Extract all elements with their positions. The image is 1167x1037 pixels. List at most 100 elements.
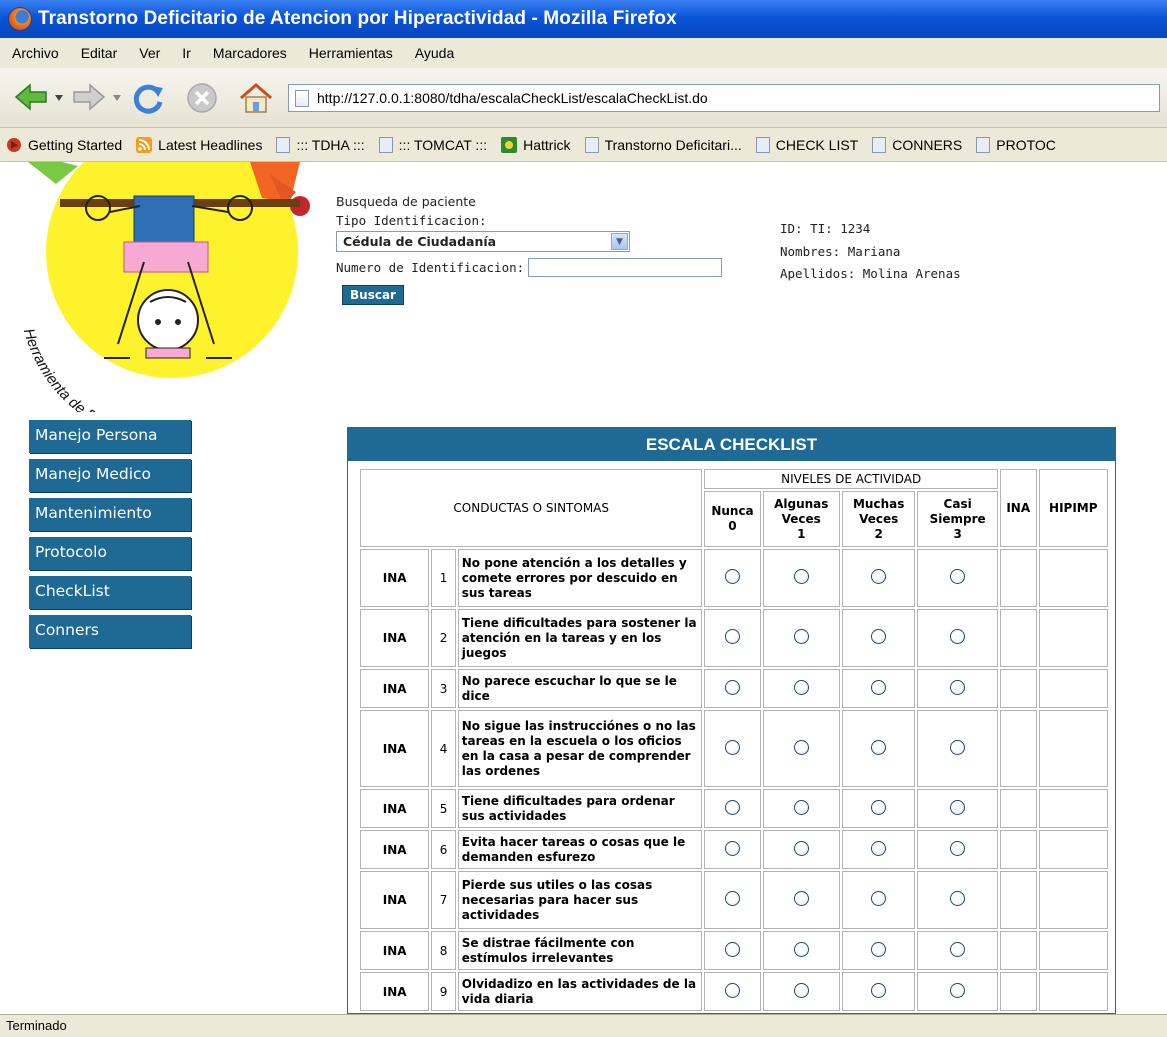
bookmark-label: Transtorno Deficitari... xyxy=(604,136,742,153)
ina-cell xyxy=(999,789,1037,828)
level-0-radio[interactable] xyxy=(724,941,740,957)
reload-button[interactable] xyxy=(128,78,168,118)
hattrick-icon xyxy=(501,136,518,153)
getting-started-icon xyxy=(7,137,21,152)
level-1-radio[interactable] xyxy=(793,739,809,755)
bookmark-hattrick[interactable]: Hattrick xyxy=(501,136,571,153)
bookmark-transtorno[interactable]: Transtorno Deficitari... xyxy=(584,136,742,153)
bookmark-tdha[interactable]: ::: TDHA ::: xyxy=(276,136,365,153)
level-1-radio[interactable] xyxy=(793,891,809,906)
level-header-3: Casi Siempre 3 xyxy=(917,491,998,547)
level-3-radio[interactable] xyxy=(950,840,966,856)
patient-nombres: Nombres: Mariana xyxy=(780,243,901,259)
menu-ver[interactable]: Ver xyxy=(139,45,160,61)
sidebar-item-mantenimiento[interactable]: Mantenimiento xyxy=(29,498,191,531)
page-icon xyxy=(872,136,887,153)
menu-ayuda[interactable]: Ayuda xyxy=(415,45,454,61)
table-row: INA 4 No sigue las instrucciónes o no las … xyxy=(360,710,1108,787)
menu-archivo[interactable]: Archivo xyxy=(12,45,59,61)
menu-ir[interactable]: Ir xyxy=(182,45,191,61)
table-row: INA 8 Se distrae fácilmente con estímulos … xyxy=(360,931,1108,970)
level-2-radio[interactable] xyxy=(871,629,887,644)
level-1-radio[interactable] xyxy=(793,840,809,856)
row-symptom-text: No sigue las instrucciónes o no las tare… xyxy=(457,710,703,787)
level-2-radio[interactable] xyxy=(871,679,887,695)
level-3-radio[interactable] xyxy=(950,982,966,998)
level-cell-3 xyxy=(917,972,998,1011)
level-0-radio[interactable] xyxy=(724,891,740,906)
sidebar-item-checklist[interactable]: CheckList xyxy=(29,576,191,609)
level-2-radio[interactable] xyxy=(871,799,887,815)
level-3-radio[interactable] xyxy=(950,679,966,695)
level-2-radio[interactable] xyxy=(871,941,887,957)
level-1-radio[interactable] xyxy=(793,569,809,584)
level-2-radio[interactable] xyxy=(871,840,887,856)
level-2-radio[interactable] xyxy=(871,739,887,755)
level-3-radio[interactable] xyxy=(950,569,966,584)
page-icon xyxy=(755,136,770,153)
level-label: Muchas Veces xyxy=(852,496,905,526)
level-cell-3 xyxy=(917,669,998,708)
level-3-radio[interactable] xyxy=(950,629,966,644)
sidebar-item-manejo-medico[interactable]: Manejo Medico xyxy=(29,459,191,492)
level-header-2: Muchas Veces 2 xyxy=(841,491,916,547)
level-1-radio[interactable] xyxy=(793,629,809,644)
level-value: 0 xyxy=(728,519,737,533)
level-0-radio[interactable] xyxy=(724,739,740,755)
forward-button[interactable] xyxy=(72,80,106,114)
row-type: INA xyxy=(360,830,430,869)
numero-identificacion-input[interactable] xyxy=(528,258,723,277)
forward-dropdown[interactable] xyxy=(110,88,124,108)
bookmark-conners[interactable]: CONNERS xyxy=(872,136,962,153)
row-type: INA xyxy=(360,549,430,607)
menu-herramientas[interactable]: Herramientas xyxy=(309,45,393,61)
level-1-radio[interactable] xyxy=(793,941,809,957)
stop-button[interactable] xyxy=(182,78,222,118)
chevron-down-icon: ▼ xyxy=(611,233,628,250)
level-0-radio[interactable] xyxy=(724,629,740,644)
bookmark-protocolo[interactable]: PROTOC xyxy=(976,136,1056,153)
level-2-radio[interactable] xyxy=(871,569,887,584)
sidebar-item-manejo-persona[interactable]: Manejo Persona xyxy=(29,420,191,453)
sidebar-item-protocolo[interactable]: Protocolo xyxy=(29,537,191,570)
level-cell-2 xyxy=(841,710,916,787)
row-type: INA xyxy=(360,669,430,708)
buscar-button[interactable]: Buscar xyxy=(342,285,404,305)
menu-marcadores[interactable]: Marcadores xyxy=(213,45,287,61)
bookmark-latest-headlines[interactable]: Latest Headlines xyxy=(136,136,262,153)
row-symptom-text: Se distrae fácilmente con estímulos irre… xyxy=(457,931,703,970)
level-2-radio[interactable] xyxy=(871,982,887,998)
level-3-radio[interactable] xyxy=(950,739,966,755)
row-type: INA xyxy=(360,871,430,929)
menu-editar[interactable]: Editar xyxy=(81,45,118,61)
row-symptom-text: Pierde sus utiles o las cosas necesarias… xyxy=(457,871,703,929)
level-3-radio[interactable] xyxy=(950,941,966,957)
tipo-identificacion-label: Tipo Identificacion: xyxy=(336,213,487,228)
level-cell-2 xyxy=(841,609,916,667)
level-3-radio[interactable] xyxy=(950,799,966,815)
level-3-radio[interactable] xyxy=(950,891,966,906)
level-cell-1 xyxy=(762,710,840,787)
level-0-radio[interactable] xyxy=(724,840,740,856)
level-1-radio[interactable] xyxy=(793,679,809,695)
back-dropdown[interactable] xyxy=(52,88,66,108)
back-button[interactable] xyxy=(14,80,48,114)
header-hipimp: HIPIMP xyxy=(1038,469,1108,547)
level-1-radio[interactable] xyxy=(793,982,809,998)
bookmark-getting-started[interactable]: Getting Started xyxy=(6,137,122,153)
level-0-radio[interactable] xyxy=(724,799,740,815)
row-number: 3 xyxy=(431,669,456,708)
sidebar-item-conners[interactable]: Conners xyxy=(29,615,191,648)
level-2-radio[interactable] xyxy=(871,891,887,906)
tipo-identificacion-select[interactable]: Cédula de Ciudadanía ▼ xyxy=(336,231,630,252)
bookmark-check-list[interactable]: CHECK LIST xyxy=(755,136,858,153)
level-0-radio[interactable] xyxy=(724,982,740,998)
level-0-radio[interactable] xyxy=(724,569,740,584)
bookmark-label: ::: TDHA ::: xyxy=(296,136,365,153)
bookmark-tomcat[interactable]: ::: TOMCAT ::: xyxy=(378,136,487,153)
level-0-radio[interactable] xyxy=(724,679,740,695)
level-1-radio[interactable] xyxy=(793,799,809,815)
ina-cell xyxy=(999,972,1037,1011)
home-button[interactable] xyxy=(236,78,276,118)
url-bar[interactable]: http://127.0.0.1:8080/tdha/escalaCheckLi… xyxy=(288,84,1160,112)
